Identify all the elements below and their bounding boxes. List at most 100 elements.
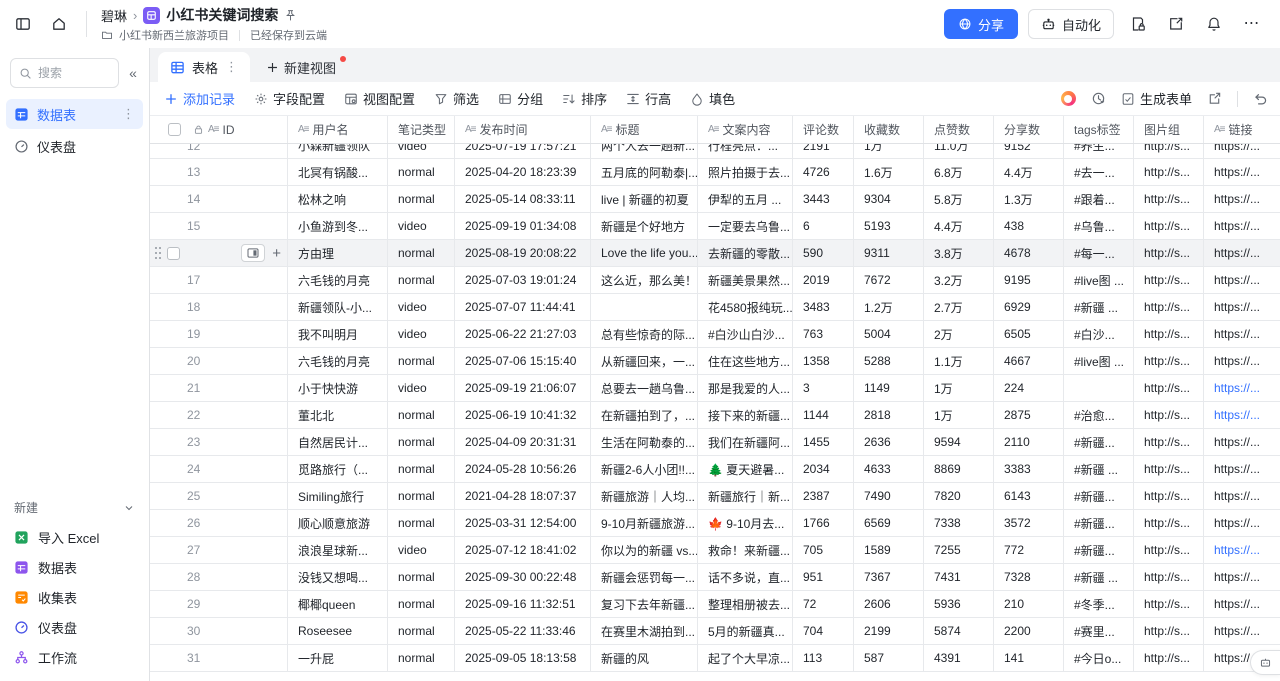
cell-tags[interactable]: #新疆... <box>1064 510 1134 536</box>
cell-images[interactable]: http://s... <box>1134 564 1204 590</box>
cell-tags[interactable]: #新疆 ... <box>1064 456 1134 482</box>
cell-comments[interactable]: 6 <box>793 213 854 239</box>
cell-likes[interactable]: 1.1万 <box>924 348 994 374</box>
select-all-checkbox[interactable] <box>168 123 181 136</box>
cell-username[interactable]: 六毛钱的月亮 <box>288 267 388 293</box>
cell-content[interactable]: 5月的新疆真... <box>698 618 793 644</box>
column-header-notetype[interactable]: 笔记类型 <box>388 116 455 143</box>
cell-title[interactable]: 生活在阿勒泰的... <box>591 429 698 455</box>
cell-link[interactable]: https://... <box>1204 294 1280 320</box>
cell-likes[interactable]: 4391 <box>924 645 994 671</box>
create-item-dashboard[interactable]: 仪表盘 <box>6 613 143 642</box>
table-row[interactable]: 25 + Similing旅行 normal 2021-04-28 18:07:… <box>150 483 1280 510</box>
cell-tags[interactable]: #养生... <box>1064 144 1134 159</box>
cell-link[interactable]: https://... <box>1204 348 1280 374</box>
column-header-username[interactable]: A≡用户名 <box>288 116 388 143</box>
cell-id[interactable]: + <box>150 240 288 266</box>
cell-comments[interactable]: 4726 <box>793 159 854 185</box>
cell-notetype[interactable]: normal <box>388 429 455 455</box>
project-name[interactable]: 小红书新西兰旅游项目 <box>119 27 229 43</box>
cell-shares[interactable]: 9195 <box>994 267 1064 293</box>
cell-images[interactable]: http://s... <box>1134 294 1204 320</box>
cell-link[interactable]: https://... <box>1204 402 1280 428</box>
cell-link[interactable]: https://... <box>1204 456 1280 482</box>
cell-images[interactable]: http://s... <box>1134 591 1204 617</box>
cell-publishtime[interactable]: 2025-09-19 21:06:07 <box>455 375 591 401</box>
cell-publishtime[interactable]: 2025-07-12 18:41:02 <box>455 537 591 563</box>
cell-images[interactable]: http://s... <box>1134 510 1204 536</box>
cell-likes[interactable]: 7338 <box>924 510 994 536</box>
cell-content[interactable]: 接下来的新疆... <box>698 402 793 428</box>
cell-id[interactable]: 24 + <box>150 456 288 482</box>
cell-link[interactable]: https://... <box>1204 618 1280 644</box>
create-item-form[interactable]: 收集表 <box>6 583 143 612</box>
cell-username[interactable]: 椰椰queen <box>288 591 388 617</box>
cell-favorites[interactable]: 5288 <box>854 348 924 374</box>
view-config-button[interactable]: 视图配置 <box>344 89 415 108</box>
cell-images[interactable]: http://s... <box>1134 645 1204 671</box>
cell-notetype[interactable]: video <box>388 321 455 347</box>
cell-notetype[interactable]: normal <box>388 348 455 374</box>
table-row[interactable]: 31 + 一升屁 normal 2025-09-05 18:13:58 新疆的风… <box>150 645 1280 672</box>
new-view-button[interactable]: 新建视图 <box>250 52 352 82</box>
cell-shares[interactable]: 210 <box>994 591 1064 617</box>
cell-content[interactable]: 新疆旅行｜新... <box>698 483 793 509</box>
cell-link[interactable]: https://... <box>1204 564 1280 590</box>
cell-favorites[interactable]: 4633 <box>854 456 924 482</box>
create-item-workflow[interactable]: 工作流 <box>6 643 143 672</box>
cell-username[interactable]: 六毛钱的月亮 <box>288 348 388 374</box>
cell-likes[interactable]: 11.0万 <box>924 144 994 159</box>
cell-publishtime[interactable]: 2024-05-28 10:56:26 <box>455 456 591 482</box>
assistant-widget[interactable] <box>1250 650 1280 675</box>
tab-grid-view[interactable]: 表格 ⋮ <box>158 52 250 82</box>
cell-tags[interactable]: #赛里... <box>1064 618 1134 644</box>
breadcrumb-root[interactable]: 碧琳 <box>101 6 127 25</box>
cell-tags[interactable]: #live图 ... <box>1064 267 1134 293</box>
cell-comments[interactable]: 2387 <box>793 483 854 509</box>
collapse-sidebar-button[interactable]: « <box>123 65 143 81</box>
cell-content[interactable]: 我们在新疆阿... <box>698 429 793 455</box>
cell-title[interactable]: 总有些惊奇的际... <box>591 321 698 347</box>
table-row[interactable]: 15 + 小鱼游到冬... video 2025-09-19 01:34:08 … <box>150 213 1280 240</box>
cell-tags[interactable]: #新疆 ... <box>1064 294 1134 320</box>
cell-notetype[interactable]: normal <box>388 186 455 212</box>
table-row[interactable]: 12 + 小森新疆领队 video 2025-07-19 17:57:21 两个… <box>150 144 1280 159</box>
cell-username[interactable]: 松林之响 <box>288 186 388 212</box>
cell-likes[interactable]: 4.4万 <box>924 213 994 239</box>
cell-likes[interactable]: 6.8万 <box>924 159 994 185</box>
cell-tags[interactable]: #新疆... <box>1064 429 1134 455</box>
cell-likes[interactable]: 9594 <box>924 429 994 455</box>
tab-menu-icon[interactable]: ⋮ <box>225 59 238 75</box>
cell-title[interactable] <box>591 294 698 320</box>
cell-images[interactable]: http://s... <box>1134 429 1204 455</box>
cell-id[interactable]: 13 + <box>150 159 288 185</box>
fill-color-button[interactable]: 填色 <box>690 89 735 108</box>
cell-likes[interactable]: 7255 <box>924 537 994 563</box>
cell-images[interactable]: http://s... <box>1134 159 1204 185</box>
cell-username[interactable]: 董北北 <box>288 402 388 428</box>
cell-content[interactable]: 救命！来新疆... <box>698 537 793 563</box>
cell-notetype[interactable]: video <box>388 144 455 159</box>
expand-record-button[interactable] <box>241 244 265 262</box>
cell-tags[interactable]: #live图 ... <box>1064 348 1134 374</box>
cell-username[interactable]: 小森新疆领队 <box>288 144 388 159</box>
column-header-publishtime[interactable]: A≡发布时间 <box>455 116 591 143</box>
cell-id[interactable]: 15 + <box>150 213 288 239</box>
cell-shares[interactable]: 141 <box>994 645 1064 671</box>
cell-username[interactable]: 顺心顺意旅游 <box>288 510 388 536</box>
search-input[interactable] <box>38 66 108 80</box>
cell-favorites[interactable]: 1149 <box>854 375 924 401</box>
column-header-title[interactable]: A≡标题 <box>591 116 698 143</box>
cell-favorites[interactable]: 7490 <box>854 483 924 509</box>
create-section-header[interactable]: 新建 <box>0 493 149 522</box>
table-row[interactable]: 19 + 我不叫明月 video 2025-06-22 21:27:03 总有些… <box>150 321 1280 348</box>
cell-content[interactable]: 那是我爱的人... <box>698 375 793 401</box>
column-header-comments[interactable]: 评论数 <box>793 116 854 143</box>
item-menu-icon[interactable]: ⋮ <box>122 106 135 122</box>
table-row[interactable]: 20 + 六毛钱的月亮 normal 2025-07-06 15:15:40 从… <box>150 348 1280 375</box>
cell-images[interactable]: http://s... <box>1134 186 1204 212</box>
insert-record-button[interactable]: + <box>272 246 281 261</box>
cell-content[interactable]: 新疆美景果然... <box>698 267 793 293</box>
column-header-link[interactable]: A≡链接 <box>1204 116 1280 143</box>
cell-shares[interactable]: 772 <box>994 537 1064 563</box>
